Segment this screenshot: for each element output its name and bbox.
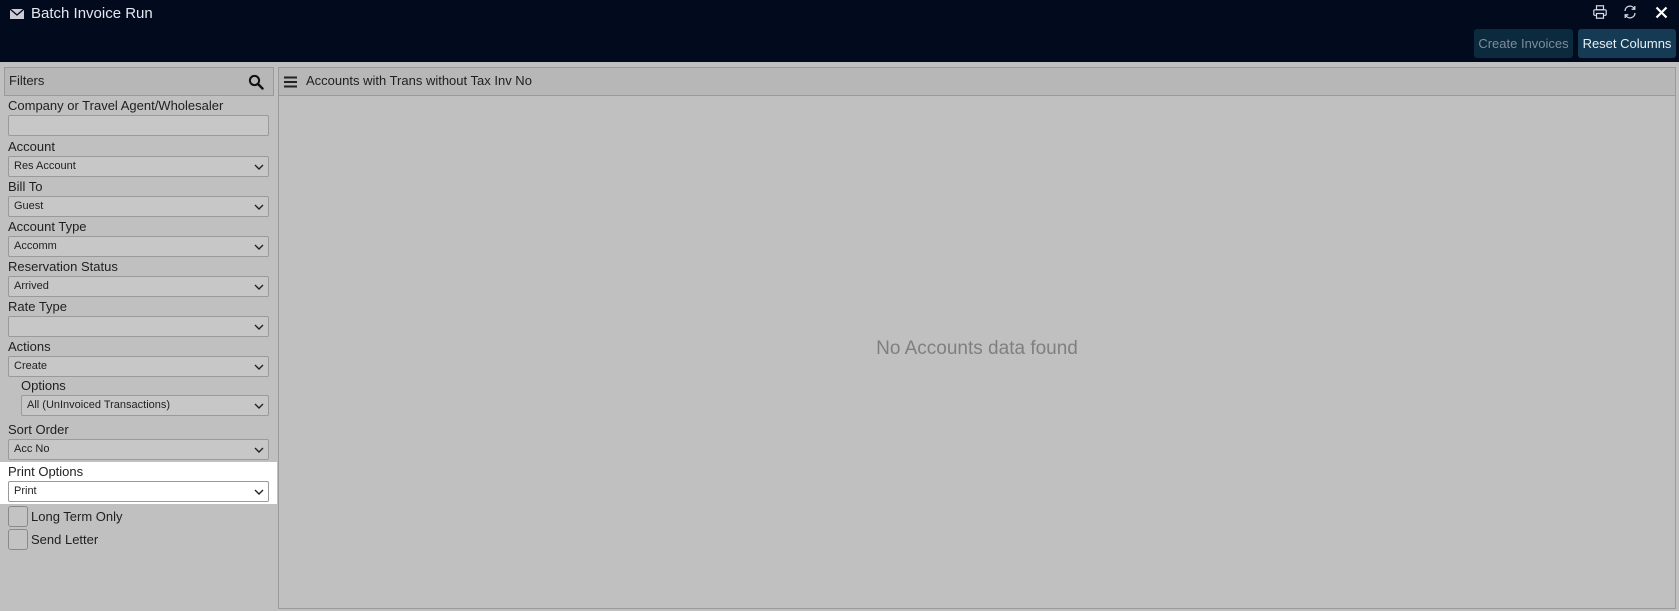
actions-label: Actions	[8, 339, 51, 354]
title-bar: Batch Invoice Run Create Invoices Reset …	[0, 0, 1679, 62]
chevron-down-icon	[254, 403, 264, 409]
sort-order-select[interactable]: Acc No	[8, 439, 269, 460]
actions-value: Create	[14, 360, 48, 372]
bill-to-select[interactable]: Guest	[8, 196, 269, 217]
sort-order-label: Sort Order	[8, 422, 69, 437]
accounts-panel-title: Accounts with Trans without Tax Inv No	[306, 73, 532, 88]
print-options-group: Print Options Print	[0, 462, 277, 504]
send-letter-label: Send Letter	[31, 532, 99, 547]
bill-to-value: Guest	[14, 200, 44, 212]
company-input[interactable]	[8, 115, 269, 136]
chevron-down-icon	[254, 244, 264, 250]
accounts-panel-header: Accounts with Trans without Tax Inv No	[279, 68, 1675, 96]
accounts-panel: Accounts with Trans without Tax Inv No N…	[278, 67, 1676, 609]
print-options-select[interactable]: Print	[8, 481, 269, 502]
reservation-status-value: Arrived	[14, 280, 49, 292]
chevron-down-icon	[254, 204, 264, 210]
sort-order-value: Acc No	[14, 443, 50, 455]
print-options-label: Print Options	[8, 464, 84, 479]
chevron-down-icon	[254, 324, 264, 330]
options-select[interactable]: All (UnInvoiced Transactions)	[21, 395, 269, 416]
options-value: All (UnInvoiced Transactions)	[27, 399, 171, 411]
chevron-down-icon	[254, 284, 264, 290]
empty-state-message: No Accounts data found	[876, 338, 1078, 359]
refresh-icon[interactable]	[1621, 3, 1639, 21]
reset-columns-button[interactable]: Reset Columns	[1578, 29, 1676, 58]
account-value: Res Account	[14, 160, 76, 172]
mail-icon	[10, 8, 24, 19]
rate-type-select[interactable]	[8, 316, 269, 337]
long-term-only-checkbox[interactable]	[8, 506, 28, 527]
print-options-value: Print	[14, 485, 37, 497]
menu-icon[interactable]	[284, 76, 297, 88]
account-type-select[interactable]: Accomm	[8, 236, 269, 257]
account-select[interactable]: Res Account	[8, 156, 269, 177]
chevron-down-icon	[254, 489, 264, 495]
chevron-down-icon	[254, 364, 264, 370]
company-label: Company or Travel Agent/Wholesaler	[8, 98, 224, 113]
print-icon[interactable]	[1591, 3, 1609, 21]
close-icon[interactable]	[1652, 3, 1670, 21]
options-label: Options	[21, 378, 66, 393]
search-icon[interactable]	[248, 74, 264, 90]
long-term-only-label: Long Term Only	[31, 509, 123, 524]
filters-title: Filters	[9, 73, 45, 88]
account-type-value: Accomm	[14, 240, 57, 252]
chevron-down-icon	[254, 447, 264, 453]
reservation-status-select[interactable]: Arrived	[8, 276, 269, 297]
send-letter-checkbox[interactable]	[8, 529, 28, 550]
actions-select[interactable]: Create	[8, 356, 269, 377]
filters-header: Filters	[4, 67, 274, 96]
account-type-label: Account Type	[8, 219, 87, 234]
rate-type-label: Rate Type	[8, 299, 68, 314]
create-invoices-button[interactable]: Create Invoices	[1474, 29, 1573, 58]
reservation-status-label: Reservation Status	[8, 259, 118, 274]
account-label: Account	[8, 139, 55, 154]
bill-to-label: Bill To	[8, 179, 43, 194]
chevron-down-icon	[254, 164, 264, 170]
window-title: Batch Invoice Run	[31, 5, 153, 22]
